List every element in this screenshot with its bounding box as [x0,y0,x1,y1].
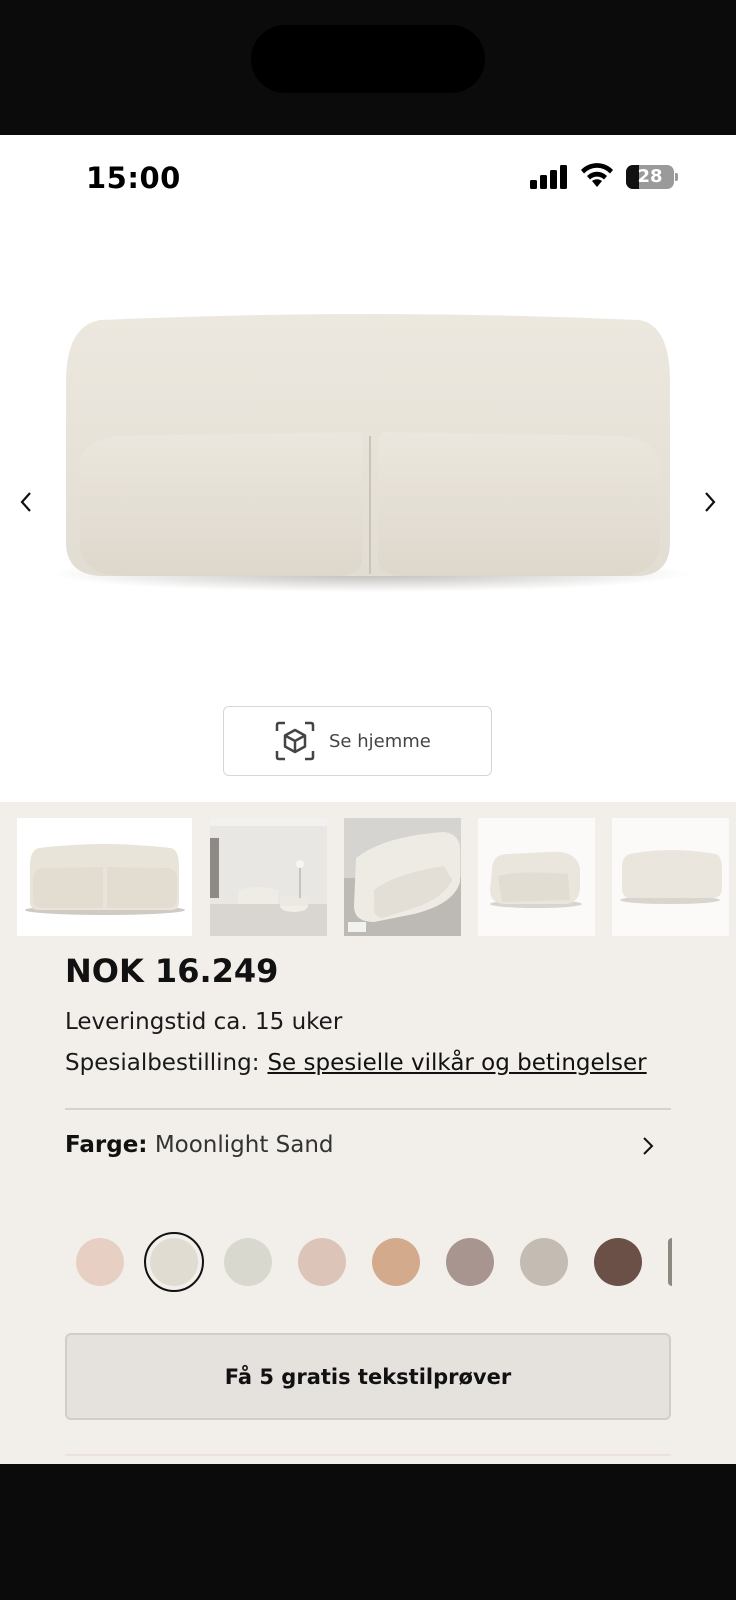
thumbnail-front[interactable] [17,818,192,936]
color-swatch[interactable] [372,1238,420,1286]
special-terms-link[interactable]: Se spesielle vilkår og betingelser [267,1050,646,1076]
thumbnail-strip[interactable] [17,818,736,936]
status-bar: 15:00 28 [0,135,736,220]
thumbnail-room[interactable] [210,818,327,936]
delivery-time: Leveringstid ca. 15 uker [65,1009,343,1035]
thumbnail-side[interactable] [478,818,595,936]
color-label-title: Farge: [65,1132,148,1158]
color-swatch[interactable] [224,1238,272,1286]
battery-icon: 28 [626,165,678,189]
product-details: NOK 16.249 Leveringstid ca. 15 uker Spes… [0,802,736,1464]
see-at-home-button[interactable]: Se hjemme [223,706,492,776]
bottom-bezel [0,1464,736,1600]
wifi-icon [581,163,613,187]
product-gallery[interactable]: Se hjemme [0,220,736,802]
color-swatch[interactable] [76,1238,124,1286]
battery-level: 28 [637,166,663,187]
status-time: 15:00 [86,161,181,195]
see-at-home-label: Se hjemme [329,730,431,752]
color-swatch[interactable] [668,1238,672,1286]
chevron-right-icon [705,492,716,512]
chevron-right-icon [643,1137,654,1155]
color-swatch[interactable] [150,1238,198,1286]
divider [65,1454,671,1456]
cellular-signal-icon [530,165,567,189]
thumbnail-angle[interactable] [344,818,461,936]
ar-cube-icon [275,721,315,761]
color-label: Farge: Moonlight Sand [65,1132,334,1158]
color-swatch[interactable] [520,1238,568,1286]
phone-screen: 15:00 28 Se hjemme NOK 16.249 Leveringst… [0,0,736,1600]
product-price: NOK 16.249 [65,952,279,990]
free-samples-button[interactable]: Få 5 gratis tekstilprøver [65,1333,671,1420]
top-bezel [0,0,736,135]
sofa-product-image [50,314,690,592]
chevron-left-icon [20,492,31,512]
color-value: Moonlight Sand [154,1132,334,1158]
color-swatch[interactable] [446,1238,494,1286]
color-swatch[interactable] [594,1238,642,1286]
dynamic-island [251,25,485,93]
special-order-row: Spesialbestilling: Se spesielle vilkår og… [65,1050,647,1076]
thumbnail-back[interactable] [612,818,729,936]
special-order-label: Spesialbestilling: [65,1050,260,1076]
color-selector-row[interactable]: Farge: Moonlight Sand [65,1110,671,1180]
color-swatch[interactable] [298,1238,346,1286]
